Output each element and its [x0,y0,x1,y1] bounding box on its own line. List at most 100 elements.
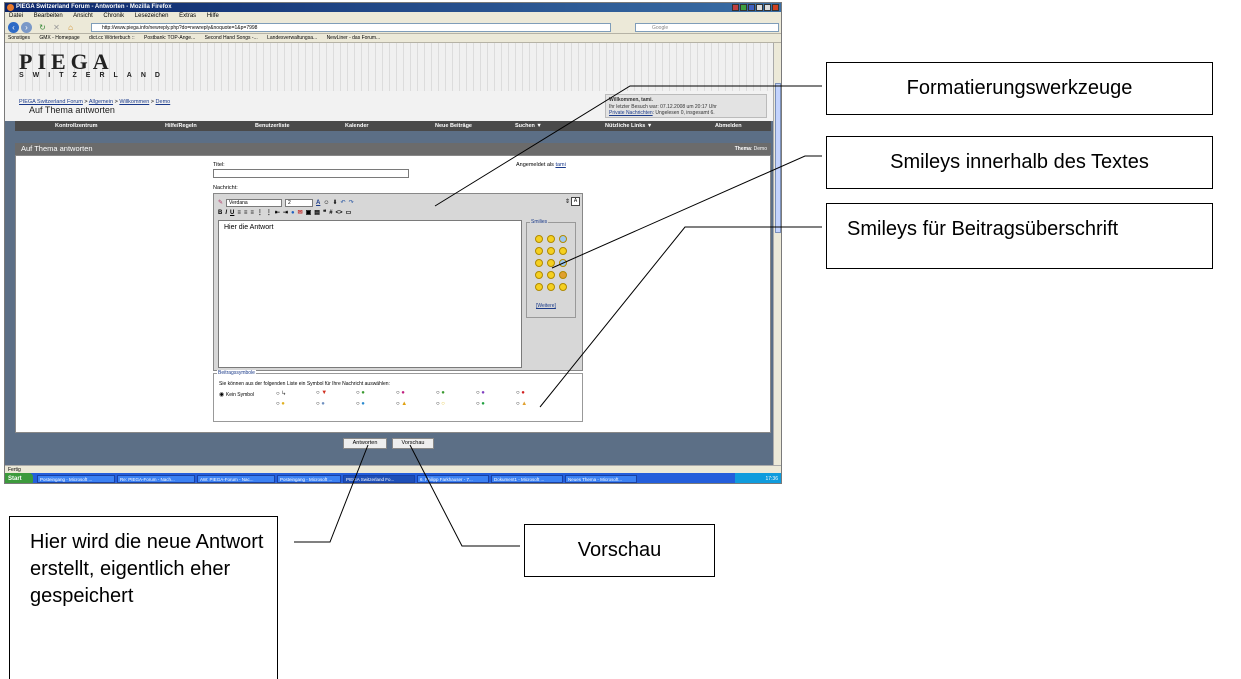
stop-icon[interactable]: ✕ [51,22,62,33]
preview-button[interactable]: Vorschau [392,438,434,449]
taskbar-item[interactable]: Dokument1 - Microsoft ... [491,475,563,483]
outdent-icon[interactable]: ⇤ [275,209,280,216]
smiley-icon[interactable] [547,271,555,279]
switch-mode-icon[interactable]: A [571,197,580,206]
taskbar-item[interactable]: Posteingang - Microsoft ... [277,475,341,483]
smiley-icon[interactable] [559,247,567,255]
nav-nuetzliche-links[interactable]: Nützliche Links ▼ [605,121,652,131]
link-icon[interactable]: ● [291,210,295,216]
insert-icon[interactable]: ⬇ [333,199,338,206]
no-icon-radio[interactable]: ◉ Kein Symbol [219,391,254,398]
smiley-icon[interactable] [535,247,543,255]
bookmark-item[interactable]: NewLiner - das Forum... [327,35,381,41]
taskbar-item[interactable]: 6. Philipp Farkhauser - 7... [417,475,489,483]
bookmark-item[interactable]: GMX - Homepage [39,35,79,41]
ordered-list-icon[interactable]: ⋮ [257,209,263,216]
menu-datei[interactable]: Datei [9,13,23,19]
resize-icon[interactable]: ⇕ [565,198,570,205]
align-center-icon[interactable]: ≡ [244,210,248,216]
post-icon-radio[interactable]: ○ ● [356,401,365,407]
menu-hilfe[interactable]: Hilfe [207,13,219,19]
taskbar-item-active[interactable]: PIEGA Switzerland Fo... [343,475,415,483]
size-select[interactable]: 2 [285,198,314,207]
undo-icon[interactable]: ↶ [341,199,346,206]
submit-reply-button[interactable]: Antworten [343,438,387,449]
taskbar-item[interactable]: Posteingang - Microsoft ... [37,475,115,483]
smiley-icon[interactable] [535,235,543,243]
taskbar-item[interactable]: Re: PIEGA-Forum - Nach... [117,475,195,483]
nav-abmelden[interactable]: Abmelden [715,121,742,131]
nav-kalender[interactable]: Kalender [345,121,369,131]
font-color-icon[interactable]: A [316,200,320,206]
taskbar-item[interactable]: AW: PIEGA-Forum - Nac... [197,475,275,483]
bookmark-item[interactable]: Postbank: TOP-Ange... [144,35,195,41]
more-smilies-link[interactable]: [Weitere] [536,303,556,309]
nav-hilfe[interactable]: Hilfe/Regeln [165,121,197,131]
font-select[interactable]: Verdana [226,198,283,207]
align-right-icon[interactable]: ≡ [250,210,254,216]
back-icon[interactable]: ‹ [8,22,19,33]
align-left-icon[interactable]: ≡ [237,210,241,216]
html-icon[interactable]: <> [336,210,343,216]
close-button[interactable] [772,4,779,11]
menu-bearbeiten[interactable]: Bearbeiten [34,13,63,19]
post-icon-radio[interactable]: ○ ● [396,390,405,396]
php-icon[interactable]: ▭ [346,209,352,216]
home-icon[interactable]: ⌂ [65,22,76,33]
start-button[interactable]: Start [5,473,33,483]
bookmark-item[interactable]: Second Hand Songs -... [205,35,258,41]
post-icon-radio[interactable]: ○ ↳ [276,390,286,397]
forward-icon[interactable]: › [21,22,32,33]
nav-suchen[interactable]: Suchen ▼ [515,121,542,131]
post-icon-radio[interactable]: ○ ● [276,401,285,407]
bookmark-item[interactable]: Sonstiges [8,35,30,41]
indent-icon[interactable]: ⇥ [283,209,288,216]
smilie-menu-icon[interactable]: ☺ [323,200,329,206]
breadcrumb-willkommen[interactable]: Willkommen [119,99,149,105]
menu-chronik[interactable]: Chronik [103,13,124,19]
remove-format-icon[interactable]: ✎ [218,199,223,206]
address-bar[interactable]: http://www.piega.info/newreply.php?do=ne… [91,23,611,32]
nav-kontrollzentrum[interactable]: Kontrollzentrum [55,121,97,131]
private-messages-link[interactable]: Private Nachrichten [609,110,653,116]
menu-ansicht[interactable]: Ansicht [73,13,93,19]
message-textarea[interactable]: Hier die Antwort [218,220,522,368]
smiley-icon[interactable] [535,271,543,279]
post-icon-radio[interactable]: ○ ● [356,390,365,396]
smiley-icon[interactable] [547,259,555,267]
smiley-icon[interactable] [547,247,555,255]
scrollbar-thumb[interactable] [775,83,781,233]
nav-neue-beitraege[interactable]: Neue Beiträge [435,121,472,131]
reload-icon[interactable]: ↻ [37,22,48,33]
unordered-list-icon[interactable]: ⋮ [266,209,272,216]
breadcrumb-demo[interactable]: Demo [156,99,171,105]
smiley-icon[interactable] [559,271,567,279]
nav-benutzerliste[interactable]: Benutzerliste [255,121,290,131]
italic-icon[interactable]: I [225,210,227,216]
smiley-icon[interactable] [547,283,555,291]
post-icon-radio[interactable]: ○ ● [476,401,485,407]
redo-icon[interactable]: ↷ [349,199,354,206]
attachment-icon[interactable]: ▤ [314,209,320,216]
smiley-icon[interactable] [547,235,555,243]
code-icon[interactable]: # [329,210,332,216]
post-icon-radio[interactable]: ○ ● [316,401,325,407]
title-input[interactable] [213,169,409,178]
quote-icon[interactable]: ❝ [323,209,326,216]
maximize-button[interactable] [764,4,771,11]
bold-icon[interactable]: B [218,210,222,216]
page-scrollbar[interactable] [773,43,781,465]
menu-lesezeichen[interactable]: Lesezeichen [135,13,169,19]
post-icon-radio[interactable]: ○ ▼ [316,390,327,396]
post-icon-radio[interactable]: ○ ● [436,390,445,396]
email-icon[interactable]: ✉ [298,209,303,216]
post-icon-radio[interactable]: ○ ● [516,390,525,396]
bookmark-item[interactable]: Landesverwaltungsa... [267,35,317,41]
smiley-icon[interactable] [559,259,567,267]
minimize-button[interactable] [756,4,763,11]
smiley-icon[interactable] [559,235,567,243]
search-input[interactable]: Google [635,23,779,32]
smiley-icon[interactable] [535,259,543,267]
image-icon[interactable]: ▣ [306,209,312,216]
bookmark-item[interactable]: dict.cc Wörterbuch :: [89,35,135,41]
